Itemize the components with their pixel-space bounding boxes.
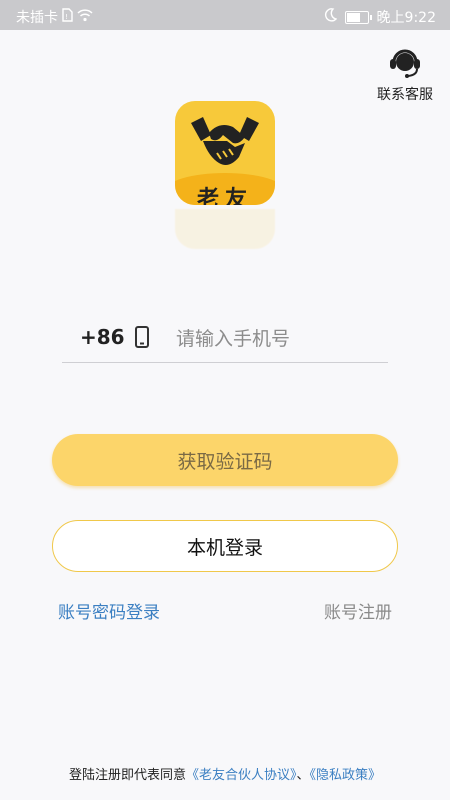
get-verification-code-button[interactable]: 获取验证码: [52, 434, 398, 486]
contact-support-label: 联系客服: [377, 87, 433, 103]
status-bar: 未插卡 ! 晚上9:22: [0, 0, 450, 30]
clock-text: 晚上9:22: [376, 10, 436, 26]
country-code[interactable]: +86: [80, 325, 125, 349]
headset-icon: [387, 49, 423, 82]
mobile-phone-icon: [134, 325, 150, 353]
phone-number-input[interactable]: [174, 322, 383, 356]
agreement-separator: 、: [296, 768, 310, 783]
logo-text: 老友: [196, 187, 253, 205]
partner-agreement-link[interactable]: 《老友合伙人协议》: [186, 768, 297, 783]
agreement-prefix: 登陆注册即代表同意: [68, 768, 186, 783]
sim-icon: !: [62, 8, 73, 26]
logo-reflection: 老友: [175, 209, 275, 249]
contact-support-button[interactable]: 联系客服: [372, 44, 438, 104]
register-link[interactable]: 账号注册: [324, 598, 392, 623]
wifi-icon: [77, 8, 93, 26]
agreement-text: 登陆注册即代表同意《老友合伙人协议》、《隐私政策》: [0, 764, 450, 783]
phone-input-row: +86: [62, 318, 388, 363]
svg-text:!: !: [65, 13, 68, 21]
moon-icon: [324, 8, 337, 26]
password-login-link[interactable]: 账号密码登录: [58, 598, 160, 623]
battery-icon: [344, 10, 372, 24]
carrier-text: 未插卡: [16, 10, 58, 26]
app-logo: 老友 老友: [175, 101, 275, 249]
local-login-button[interactable]: 本机登录: [52, 520, 398, 572]
privacy-policy-link[interactable]: 《隐私政策》: [310, 768, 382, 783]
handshake-icon: [189, 113, 261, 175]
